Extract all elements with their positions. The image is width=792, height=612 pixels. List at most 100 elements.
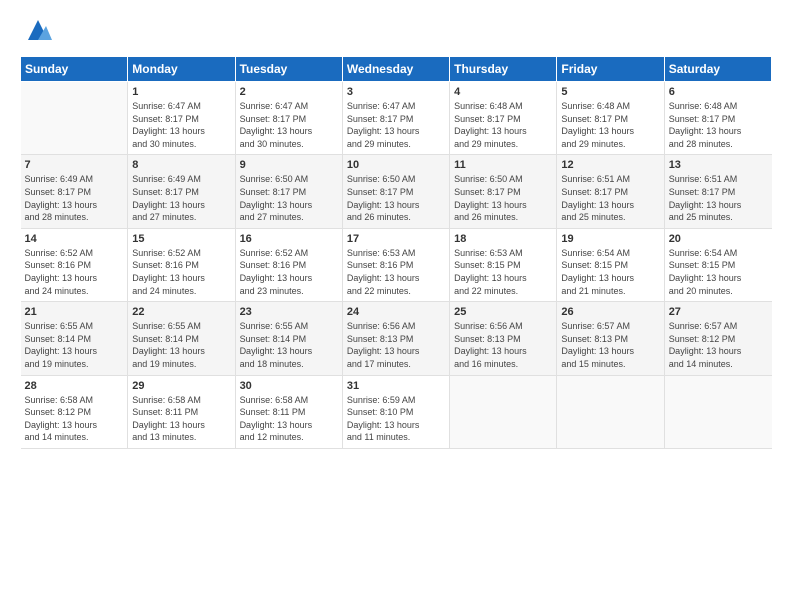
cell-content: Sunrise: 6:50 AM Sunset: 8:17 PM Dayligh… [240,173,338,223]
calendar-cell: 3Sunrise: 6:47 AM Sunset: 8:17 PM Daylig… [342,82,449,155]
calendar-cell: 23 Sunrise: 6:55 AM Sunset: 8:14 PM Dayli… [235,302,342,375]
calendar-cell: 5 Sunrise: 6:48 AM Sunset: 8:17 PM Daylig… [557,82,664,155]
calendar-cell: 13 Sunrise: 6:51 AM Sunset: 8:17 PM Dayli… [664,155,771,228]
week-row-2: 7Sunrise: 6:49 AM Sunset: 8:17 PM Daylig… [21,155,772,228]
calendar-cell [557,375,664,448]
calendar-cell: 27 Sunrise: 6:57 AM Sunset: 8:12 PM Dayli… [664,302,771,375]
day-number: 26 [561,306,659,318]
cell-content: Sunrise: 6:55 AM Sunset: 8:14 PM Dayligh… [240,320,338,370]
day-number: 15 [132,233,230,245]
cell-content: Sunrise: 6:48 AM Sunset: 8:17 PM Dayligh… [669,100,768,150]
day-number: 22 [132,306,230,318]
calendar-cell: 25 Sunrise: 6:56 AM Sunset: 8:13 PM Dayli… [450,302,557,375]
day-number: 5 [561,86,659,98]
header-cell-saturday: Saturday [664,57,771,82]
day-number: 14 [25,233,124,245]
calendar-cell: 8 Sunrise: 6:49 AM Sunset: 8:17 PM Daylig… [128,155,235,228]
week-row-5: 28 Sunrise: 6:58 AM Sunset: 8:12 PM Dayli… [21,375,772,448]
cell-content: Sunrise: 6:57 AM Sunset: 8:12 PM Dayligh… [669,320,768,370]
header-cell-tuesday: Tuesday [235,57,342,82]
header-cell-monday: Monday [128,57,235,82]
day-number: 19 [561,233,659,245]
calendar-cell: 28 Sunrise: 6:58 AM Sunset: 8:12 PM Dayli… [21,375,128,448]
logo-icon [24,16,52,44]
day-number: 12 [561,159,659,171]
cell-content: Sunrise: 6:59 AM Sunset: 8:10 PM Dayligh… [347,394,445,444]
day-number: 16 [240,233,338,245]
week-row-3: 14 Sunrise: 6:52 AM Sunset: 8:16 PM Dayli… [21,228,772,301]
week-row-4: 21 Sunrise: 6:55 AM Sunset: 8:14 PM Dayli… [21,302,772,375]
calendar-cell: 22 Sunrise: 6:55 AM Sunset: 8:14 PM Dayli… [128,302,235,375]
calendar-header: SundayMondayTuesdayWednesdayThursdayFrid… [21,57,772,82]
calendar-cell: 7Sunrise: 6:49 AM Sunset: 8:17 PM Daylig… [21,155,128,228]
day-number: 6 [669,86,768,98]
day-number: 24 [347,306,445,318]
day-number: 25 [454,306,552,318]
cell-content: Sunrise: 6:53 AM Sunset: 8:15 PM Dayligh… [454,247,552,297]
calendar-cell: 14 Sunrise: 6:52 AM Sunset: 8:16 PM Dayli… [21,228,128,301]
day-number: 29 [132,380,230,392]
cell-content: Sunrise: 6:47 AM Sunset: 8:17 PM Dayligh… [132,100,230,150]
cell-content: Sunrise: 6:55 AM Sunset: 8:14 PM Dayligh… [132,320,230,370]
calendar-cell: 24 Sunrise: 6:56 AM Sunset: 8:13 PM Dayli… [342,302,449,375]
calendar-cell: 2 Sunrise: 6:47 AM Sunset: 8:17 PM Daylig… [235,82,342,155]
cell-content: Sunrise: 6:51 AM Sunset: 8:17 PM Dayligh… [561,173,659,223]
calendar-cell: 17 Sunrise: 6:53 AM Sunset: 8:16 PM Dayli… [342,228,449,301]
cell-content: Sunrise: 6:50 AM Sunset: 8:17 PM Dayligh… [454,173,552,223]
calendar-cell: 30Sunrise: 6:58 AM Sunset: 8:11 PM Dayli… [235,375,342,448]
day-number: 3 [347,86,445,98]
header-cell-thursday: Thursday [450,57,557,82]
cell-content: Sunrise: 6:57 AM Sunset: 8:13 PM Dayligh… [561,320,659,370]
header-cell-friday: Friday [557,57,664,82]
calendar-cell: 29 Sunrise: 6:58 AM Sunset: 8:11 PM Dayli… [128,375,235,448]
week-row-1: 1Sunrise: 6:47 AM Sunset: 8:17 PM Daylig… [21,82,772,155]
cell-content: Sunrise: 6:48 AM Sunset: 8:17 PM Dayligh… [454,100,552,150]
header [20,16,772,44]
cell-content: Sunrise: 6:48 AM Sunset: 8:17 PM Dayligh… [561,100,659,150]
cell-content: Sunrise: 6:56 AM Sunset: 8:13 PM Dayligh… [347,320,445,370]
day-number: 18 [454,233,552,245]
cell-content: Sunrise: 6:53 AM Sunset: 8:16 PM Dayligh… [347,247,445,297]
day-number: 27 [669,306,768,318]
cell-content: Sunrise: 6:54 AM Sunset: 8:15 PM Dayligh… [561,247,659,297]
day-number: 28 [25,380,124,392]
calendar-cell: 6 Sunrise: 6:48 AM Sunset: 8:17 PM Daylig… [664,82,771,155]
cell-content: Sunrise: 6:52 AM Sunset: 8:16 PM Dayligh… [25,247,124,297]
day-number: 13 [669,159,768,171]
cell-content: Sunrise: 6:55 AM Sunset: 8:14 PM Dayligh… [25,320,124,370]
cell-content: Sunrise: 6:58 AM Sunset: 8:11 PM Dayligh… [132,394,230,444]
calendar-table: SundayMondayTuesdayWednesdayThursdayFrid… [20,56,772,449]
day-number: 2 [240,86,338,98]
calendar-body: 1Sunrise: 6:47 AM Sunset: 8:17 PM Daylig… [21,82,772,449]
calendar-cell: 11 Sunrise: 6:50 AM Sunset: 8:17 PM Dayli… [450,155,557,228]
calendar-cell: 26 Sunrise: 6:57 AM Sunset: 8:13 PM Dayli… [557,302,664,375]
calendar-cell: 12 Sunrise: 6:51 AM Sunset: 8:17 PM Dayli… [557,155,664,228]
calendar-cell: 1Sunrise: 6:47 AM Sunset: 8:17 PM Daylig… [128,82,235,155]
day-number: 31 [347,380,445,392]
calendar-cell: 21 Sunrise: 6:55 AM Sunset: 8:14 PM Dayli… [21,302,128,375]
day-number: 21 [25,306,124,318]
calendar-cell: 31 Sunrise: 6:59 AM Sunset: 8:10 PM Dayli… [342,375,449,448]
day-number: 9 [240,159,338,171]
cell-content: Sunrise: 6:49 AM Sunset: 8:17 PM Dayligh… [132,173,230,223]
calendar-cell [450,375,557,448]
calendar-cell: 16 Sunrise: 6:52 AM Sunset: 8:16 PM Dayli… [235,228,342,301]
day-number: 23 [240,306,338,318]
cell-content: Sunrise: 6:52 AM Sunset: 8:16 PM Dayligh… [240,247,338,297]
cell-content: Sunrise: 6:47 AM Sunset: 8:17 PM Dayligh… [240,100,338,150]
cell-content: Sunrise: 6:54 AM Sunset: 8:15 PM Dayligh… [669,247,768,297]
day-number: 17 [347,233,445,245]
day-number: 8 [132,159,230,171]
cell-content: Sunrise: 6:56 AM Sunset: 8:13 PM Dayligh… [454,320,552,370]
calendar-cell: 4 Sunrise: 6:48 AM Sunset: 8:17 PM Daylig… [450,82,557,155]
header-row: SundayMondayTuesdayWednesdayThursdayFrid… [21,57,772,82]
page: SundayMondayTuesdayWednesdayThursdayFrid… [0,0,792,612]
cell-content: Sunrise: 6:49 AM Sunset: 8:17 PM Dayligh… [25,173,124,223]
cell-content: Sunrise: 6:58 AM Sunset: 8:12 PM Dayligh… [25,394,124,444]
day-number: 4 [454,86,552,98]
calendar-cell: 19 Sunrise: 6:54 AM Sunset: 8:15 PM Dayli… [557,228,664,301]
cell-content: Sunrise: 6:51 AM Sunset: 8:17 PM Dayligh… [669,173,768,223]
header-cell-wednesday: Wednesday [342,57,449,82]
day-number: 11 [454,159,552,171]
day-number: 20 [669,233,768,245]
